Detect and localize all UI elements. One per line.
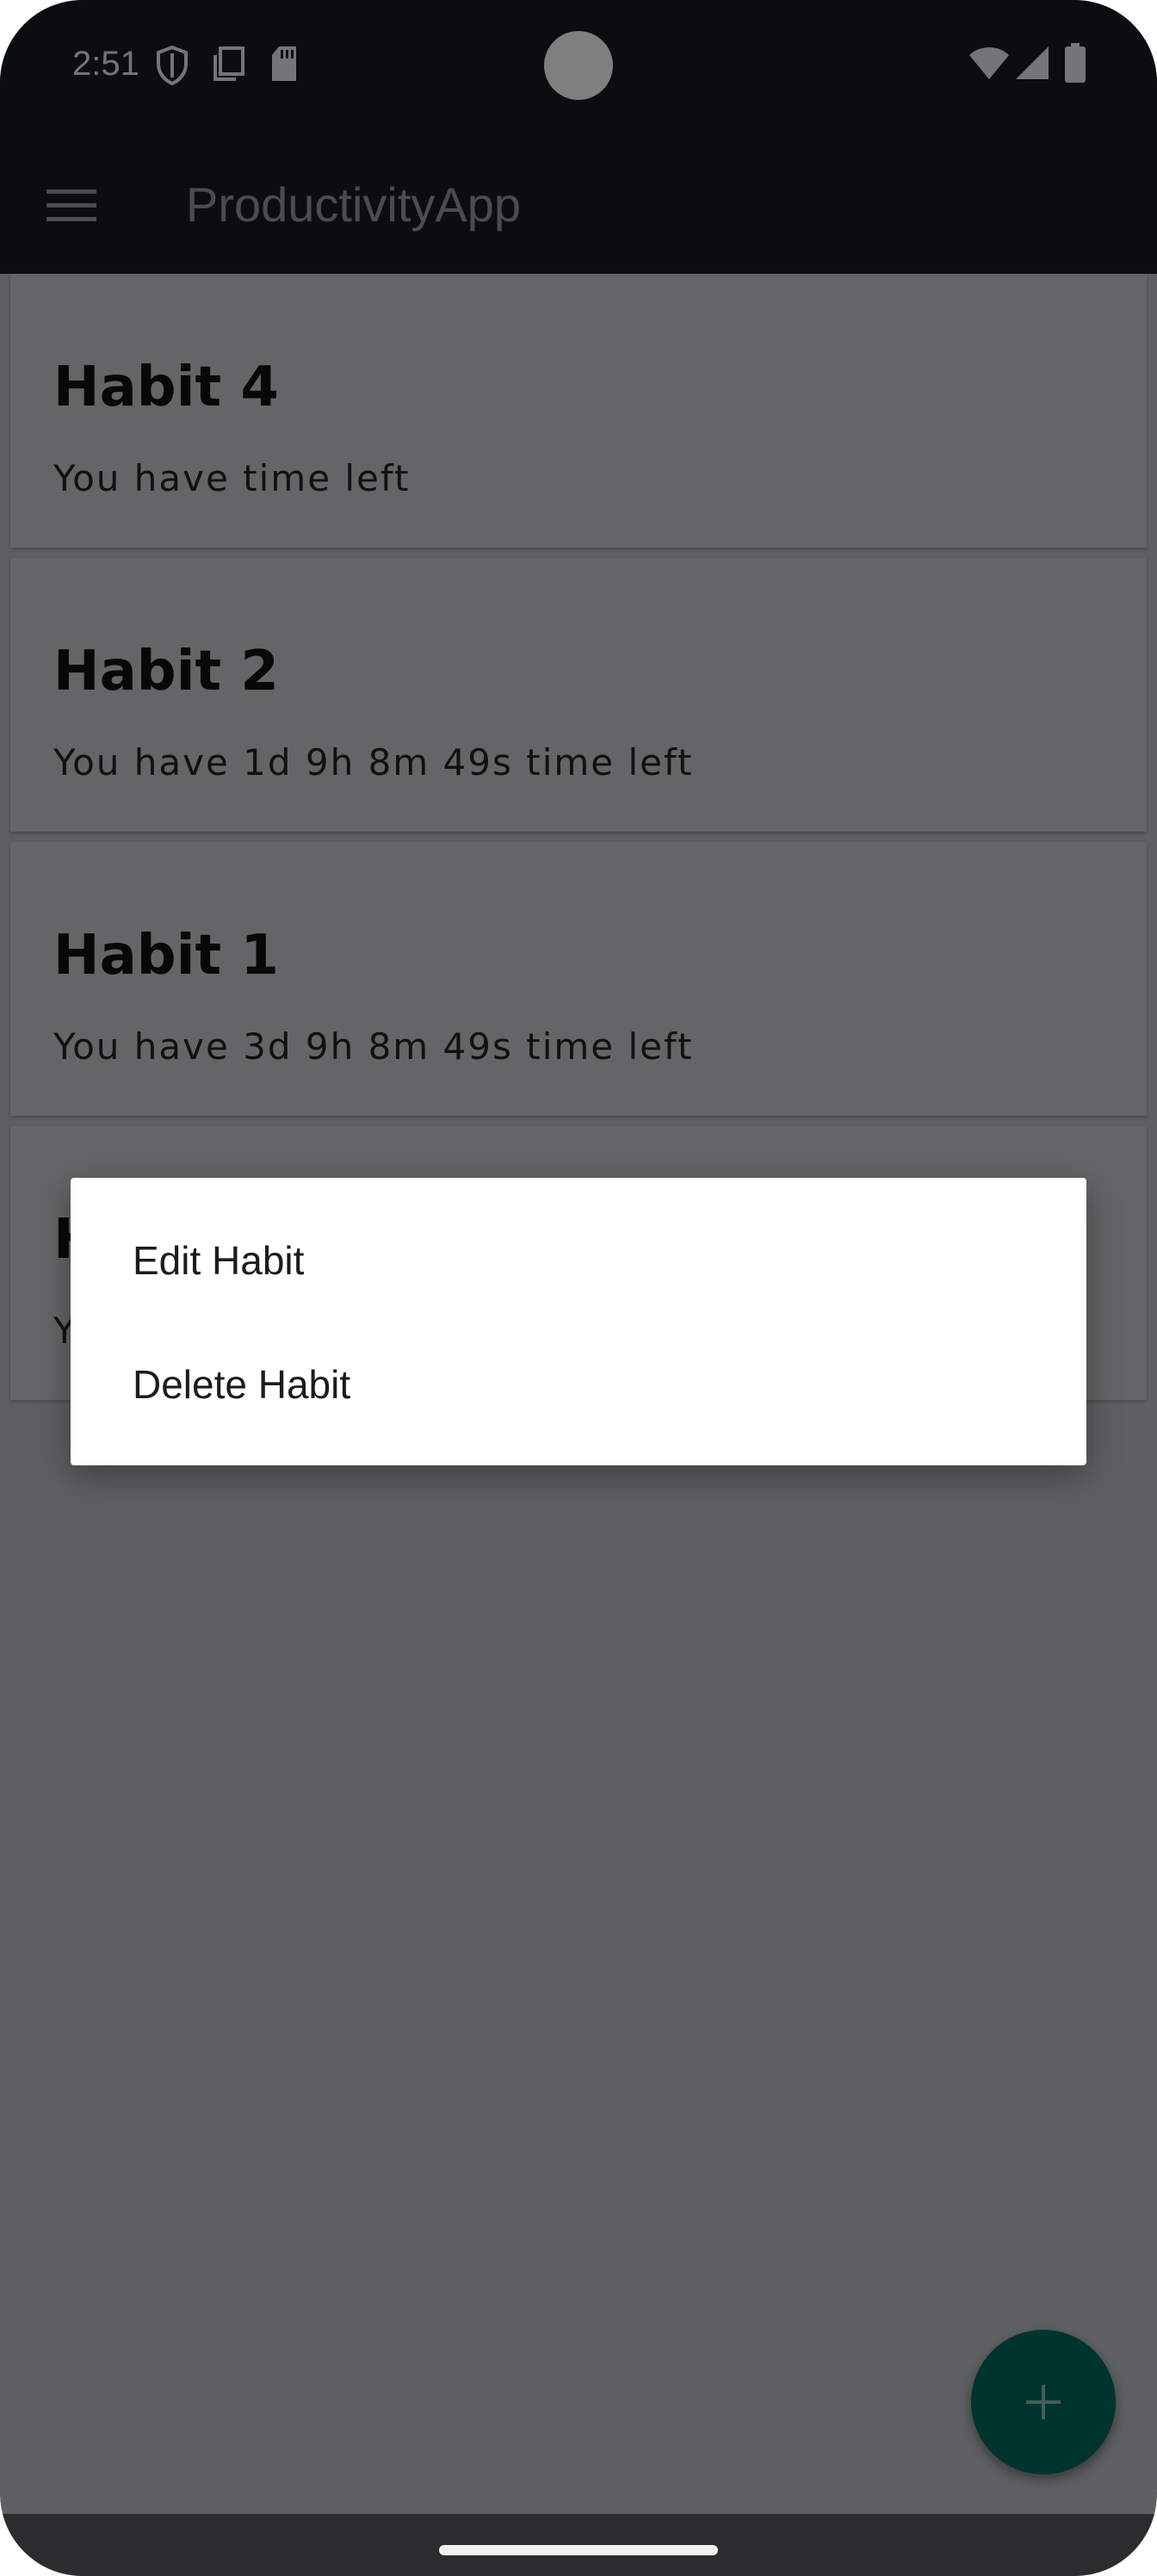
delete-habit-option[interactable]: Delete Habit xyxy=(71,1322,1086,1446)
home-gesture-handle[interactable] xyxy=(439,2545,718,2555)
edit-habit-option[interactable]: Edit Habit xyxy=(71,1198,1086,1322)
delete-habit-label: Delete Habit xyxy=(133,1362,351,1407)
navigation-bar xyxy=(0,2514,1157,2576)
edit-habit-label: Edit Habit xyxy=(133,1238,305,1283)
phone-screen: 2:51 xyxy=(0,0,1157,2576)
habit-options-dialog: Edit Habit Delete Habit xyxy=(71,1178,1086,1465)
